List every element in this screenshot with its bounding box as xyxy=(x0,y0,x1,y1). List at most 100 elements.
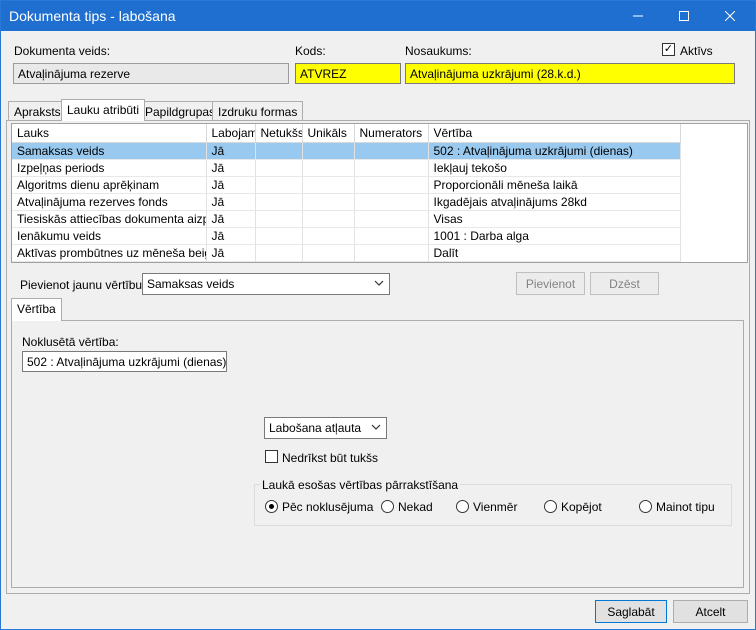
table-cell: 502 : Atvaļinājuma uzkrājumi (dienas) xyxy=(428,142,681,160)
tab-izdruku-formas[interactable]: Izdruku formas xyxy=(212,101,304,121)
table-cell: 1001 : Darba alga xyxy=(428,227,681,245)
window-title: Dokumenta tips - labošana xyxy=(9,8,176,24)
table-cell xyxy=(354,176,429,194)
dialog-window: Dokumenta tips - labošana Dokumenta veid… xyxy=(0,0,756,630)
table-cell: Jā xyxy=(206,244,256,262)
column-header[interactable]: Lauks xyxy=(12,124,207,143)
cancel-button[interactable]: Atcelt xyxy=(673,600,748,623)
radio-always-label: Vienmēr xyxy=(473,500,518,514)
doc-type-label: Dokumenta veids: xyxy=(14,44,111,58)
table-cell: Dalīt xyxy=(428,244,681,262)
radio-always[interactable] xyxy=(456,500,469,513)
table-cell xyxy=(302,159,355,177)
doc-type-field: Atvaļinājuma rezerve xyxy=(13,63,289,84)
maximize-icon[interactable] xyxy=(661,1,707,31)
code-label: Kods: xyxy=(295,44,326,58)
chevron-down-icon xyxy=(374,280,384,286)
title-bar: Dokumenta tips - labošana xyxy=(1,1,755,31)
table-cell: Ienākumu veids xyxy=(12,227,207,245)
table-cell xyxy=(255,142,303,160)
table-cell xyxy=(354,159,429,177)
table-cell xyxy=(302,210,355,228)
attributes-grid[interactable]: Lauks Labojams Netukšs Unikāls Numerator… xyxy=(11,123,748,263)
tab-lauku-atributi[interactable]: Lauku atribūti xyxy=(61,99,146,121)
table-cell: Jā xyxy=(206,159,256,177)
table-cell: Proporcionāli mēneša laikā xyxy=(428,176,681,194)
table-cell: Visas xyxy=(428,210,681,228)
edit-mode-selected: Labošana atļauta xyxy=(269,421,362,435)
table-cell xyxy=(302,176,355,194)
column-header[interactable]: Numerators xyxy=(354,124,429,143)
table-cell xyxy=(354,227,429,245)
default-value-field[interactable]: 502 : Atvaļinājuma uzkrājumi (dienas) xyxy=(22,351,227,372)
table-cell xyxy=(354,210,429,228)
tab-apraksts[interactable]: Apraksts xyxy=(8,101,67,121)
table-row[interactable]: Ienākumu veids Jā 1001 : Darba alga xyxy=(12,227,681,245)
table-cell xyxy=(302,142,355,160)
save-button[interactable]: Saglabāt xyxy=(595,600,667,623)
table-row[interactable]: Tiesiskās attiecības dokumenta aizpildē … xyxy=(12,210,681,228)
add-button[interactable]: Pievienot xyxy=(516,272,585,295)
active-checkbox[interactable]: ✓ xyxy=(662,43,675,56)
table-cell: Samaksas veids xyxy=(12,142,207,160)
table-cell: Tiesiskās attiecības dokumenta aizpildē xyxy=(12,210,207,228)
not-empty-checkbox[interactable] xyxy=(265,450,278,463)
add-value-select[interactable]: Samaksas veids xyxy=(142,273,390,295)
table-row[interactable]: Aktīvas prombūtnes uz mēneša beigām Jā D… xyxy=(12,244,681,262)
radio-copying[interactable] xyxy=(544,500,557,513)
table-row[interactable]: Samaksas veids Jā 502 : Atvaļinājuma uzk… xyxy=(12,142,681,160)
add-value-selected: Samaksas veids xyxy=(147,277,235,291)
table-cell xyxy=(255,210,303,228)
radio-change-type[interactable] xyxy=(639,500,652,513)
table-cell xyxy=(354,142,429,160)
code-field[interactable]: ATVREZ xyxy=(295,63,401,84)
delete-button[interactable]: Dzēst xyxy=(590,272,659,295)
column-header[interactable]: Unikāls xyxy=(302,124,355,143)
tab-vertiba[interactable]: Vērtība xyxy=(11,298,62,321)
radio-never[interactable] xyxy=(381,500,394,513)
table-cell xyxy=(354,244,429,262)
table-cell: Jā xyxy=(206,176,256,194)
radio-default-label: Pēc noklusējuma xyxy=(282,500,374,514)
tab-papildgrupas[interactable]: Papildgrupas xyxy=(139,101,222,121)
grid-header: Lauks Labojams Netukšs Unikāls Numerator… xyxy=(12,124,681,143)
table-cell xyxy=(302,244,355,262)
add-value-label: Pievienot jaunu vērtību: xyxy=(20,278,146,292)
overwrite-group-label: Laukā esošas vērtības pārrakstīšana xyxy=(260,478,461,492)
close-icon[interactable] xyxy=(707,1,753,31)
name-field[interactable]: Atvaļinājuma uzkrājumi (28.k.d.) xyxy=(405,63,735,84)
column-header[interactable]: Labojams xyxy=(206,124,256,143)
table-cell: Iekļauj tekošo xyxy=(428,159,681,177)
table-cell: Jā xyxy=(206,227,256,245)
radio-never-label: Nekad xyxy=(398,500,433,514)
table-cell xyxy=(255,244,303,262)
table-cell: Aktīvas prombūtnes uz mēneša beigām xyxy=(12,244,207,262)
table-cell xyxy=(255,193,303,211)
name-label: Nosaukums: xyxy=(405,44,472,58)
table-cell: Ikgadējais atvaļinājums 28kd xyxy=(428,193,681,211)
table-cell: Algoritms dienu aprēķinam xyxy=(12,176,207,194)
minimize-icon[interactable] xyxy=(615,1,661,31)
table-cell: Izpeļņas periods xyxy=(12,159,207,177)
table-cell: Jā xyxy=(206,210,256,228)
table-cell xyxy=(255,159,303,177)
default-value-label: Noklusētā vērtība: xyxy=(22,335,119,349)
table-cell xyxy=(302,193,355,211)
column-header[interactable]: Vērtība xyxy=(428,124,681,143)
radio-copying-label: Kopējot xyxy=(561,500,602,514)
active-label: Aktīvs xyxy=(680,44,713,58)
not-empty-label: Nedrīkst būt tukšs xyxy=(282,451,379,465)
table-row[interactable]: Algoritms dienu aprēķinam Jā Proporcionā… xyxy=(12,176,681,194)
table-cell xyxy=(255,227,303,245)
table-cell xyxy=(354,193,429,211)
table-row[interactable]: Izpeļņas periods Jā Iekļauj tekošo xyxy=(12,159,681,177)
table-row[interactable]: Atvaļinājuma rezerves fonds Jā Ikgadējai… xyxy=(12,193,681,211)
edit-mode-select[interactable]: Labošana atļauta xyxy=(264,417,387,439)
radio-change-type-label: Mainot tipu xyxy=(656,500,715,514)
chevron-down-icon xyxy=(371,424,381,430)
radio-default[interactable] xyxy=(265,500,278,513)
table-cell xyxy=(255,176,303,194)
column-header[interactable]: Netukšs xyxy=(255,124,303,143)
table-cell xyxy=(302,227,355,245)
table-cell: Jā xyxy=(206,193,256,211)
